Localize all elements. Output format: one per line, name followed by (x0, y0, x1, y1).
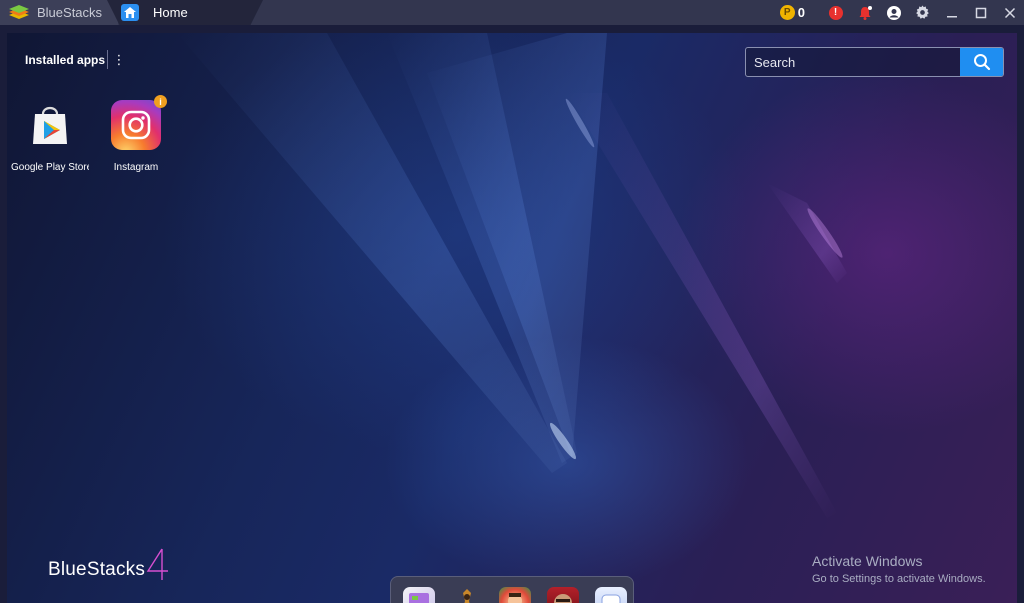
titlebar-controls: P 0 ! (779, 0, 1024, 25)
google-play-store-icon (25, 100, 75, 150)
tab-home-label: Home (153, 5, 188, 20)
alert-button[interactable]: ! (821, 0, 850, 25)
dock-app-icon[interactable] (403, 587, 435, 603)
bell-icon (859, 5, 872, 20)
search-input[interactable] (746, 48, 960, 76)
bluestacks-4-logo: BlueStacks (48, 545, 170, 581)
title-bar: BlueStacks Home P 0 ! (0, 0, 1024, 25)
coin-count: 0 (797, 5, 805, 20)
minimize-button[interactable] (937, 0, 966, 25)
home-icon (121, 4, 139, 21)
coin-icon[interactable]: P (779, 5, 795, 20)
maximize-icon (975, 7, 986, 18)
app-instagram[interactable]: i Instagram (93, 95, 179, 173)
app-title: BlueStacks (37, 5, 103, 20)
minimize-icon (946, 15, 957, 17)
close-icon (1004, 7, 1015, 18)
bluestacks-logo-icon (8, 4, 30, 21)
brand-tab: BlueStacks (0, 0, 118, 25)
update-badge: i (154, 95, 167, 108)
logo-version-numeral (146, 548, 169, 580)
activate-windows-watermark: Activate Windows Go to Settings to activ… (812, 553, 986, 585)
search-box (745, 47, 1004, 77)
alert-icon: ! (828, 5, 843, 20)
search-button[interactable] (960, 48, 1003, 76)
account-button[interactable] (879, 0, 908, 25)
instagram-icon: i (111, 95, 167, 150)
gear-icon (916, 5, 929, 19)
close-button[interactable] (995, 0, 1024, 25)
dock-game-icon[interactable] (499, 587, 531, 603)
app-name: Google Play Store (11, 162, 89, 173)
app-dock (390, 576, 634, 603)
divider (107, 50, 108, 69)
home-screen: Installed apps ⋮ Google Play Store (7, 33, 1017, 603)
notification-button[interactable] (850, 0, 879, 25)
watermark-subtitle: Go to Settings to activate Windows. (812, 573, 986, 585)
search-icon (973, 54, 990, 71)
account-icon (886, 5, 901, 20)
dock-game-icon[interactable] (451, 587, 483, 603)
app-google-play-store[interactable]: Google Play Store (7, 100, 93, 173)
watermark-title: Activate Windows (812, 553, 923, 569)
installed-apps-heading: Installed apps (25, 53, 106, 67)
more-options-icon[interactable]: ⋮ (112, 52, 126, 68)
settings-button[interactable] (908, 0, 937, 25)
logo-text: BlueStacks (48, 559, 146, 580)
app-name: Instagram (113, 162, 159, 173)
maximize-button[interactable] (966, 0, 995, 25)
tab-home[interactable]: Home (107, 0, 263, 25)
dock-app-icon[interactable] (595, 587, 627, 603)
dock-game-icon[interactable] (547, 587, 579, 603)
